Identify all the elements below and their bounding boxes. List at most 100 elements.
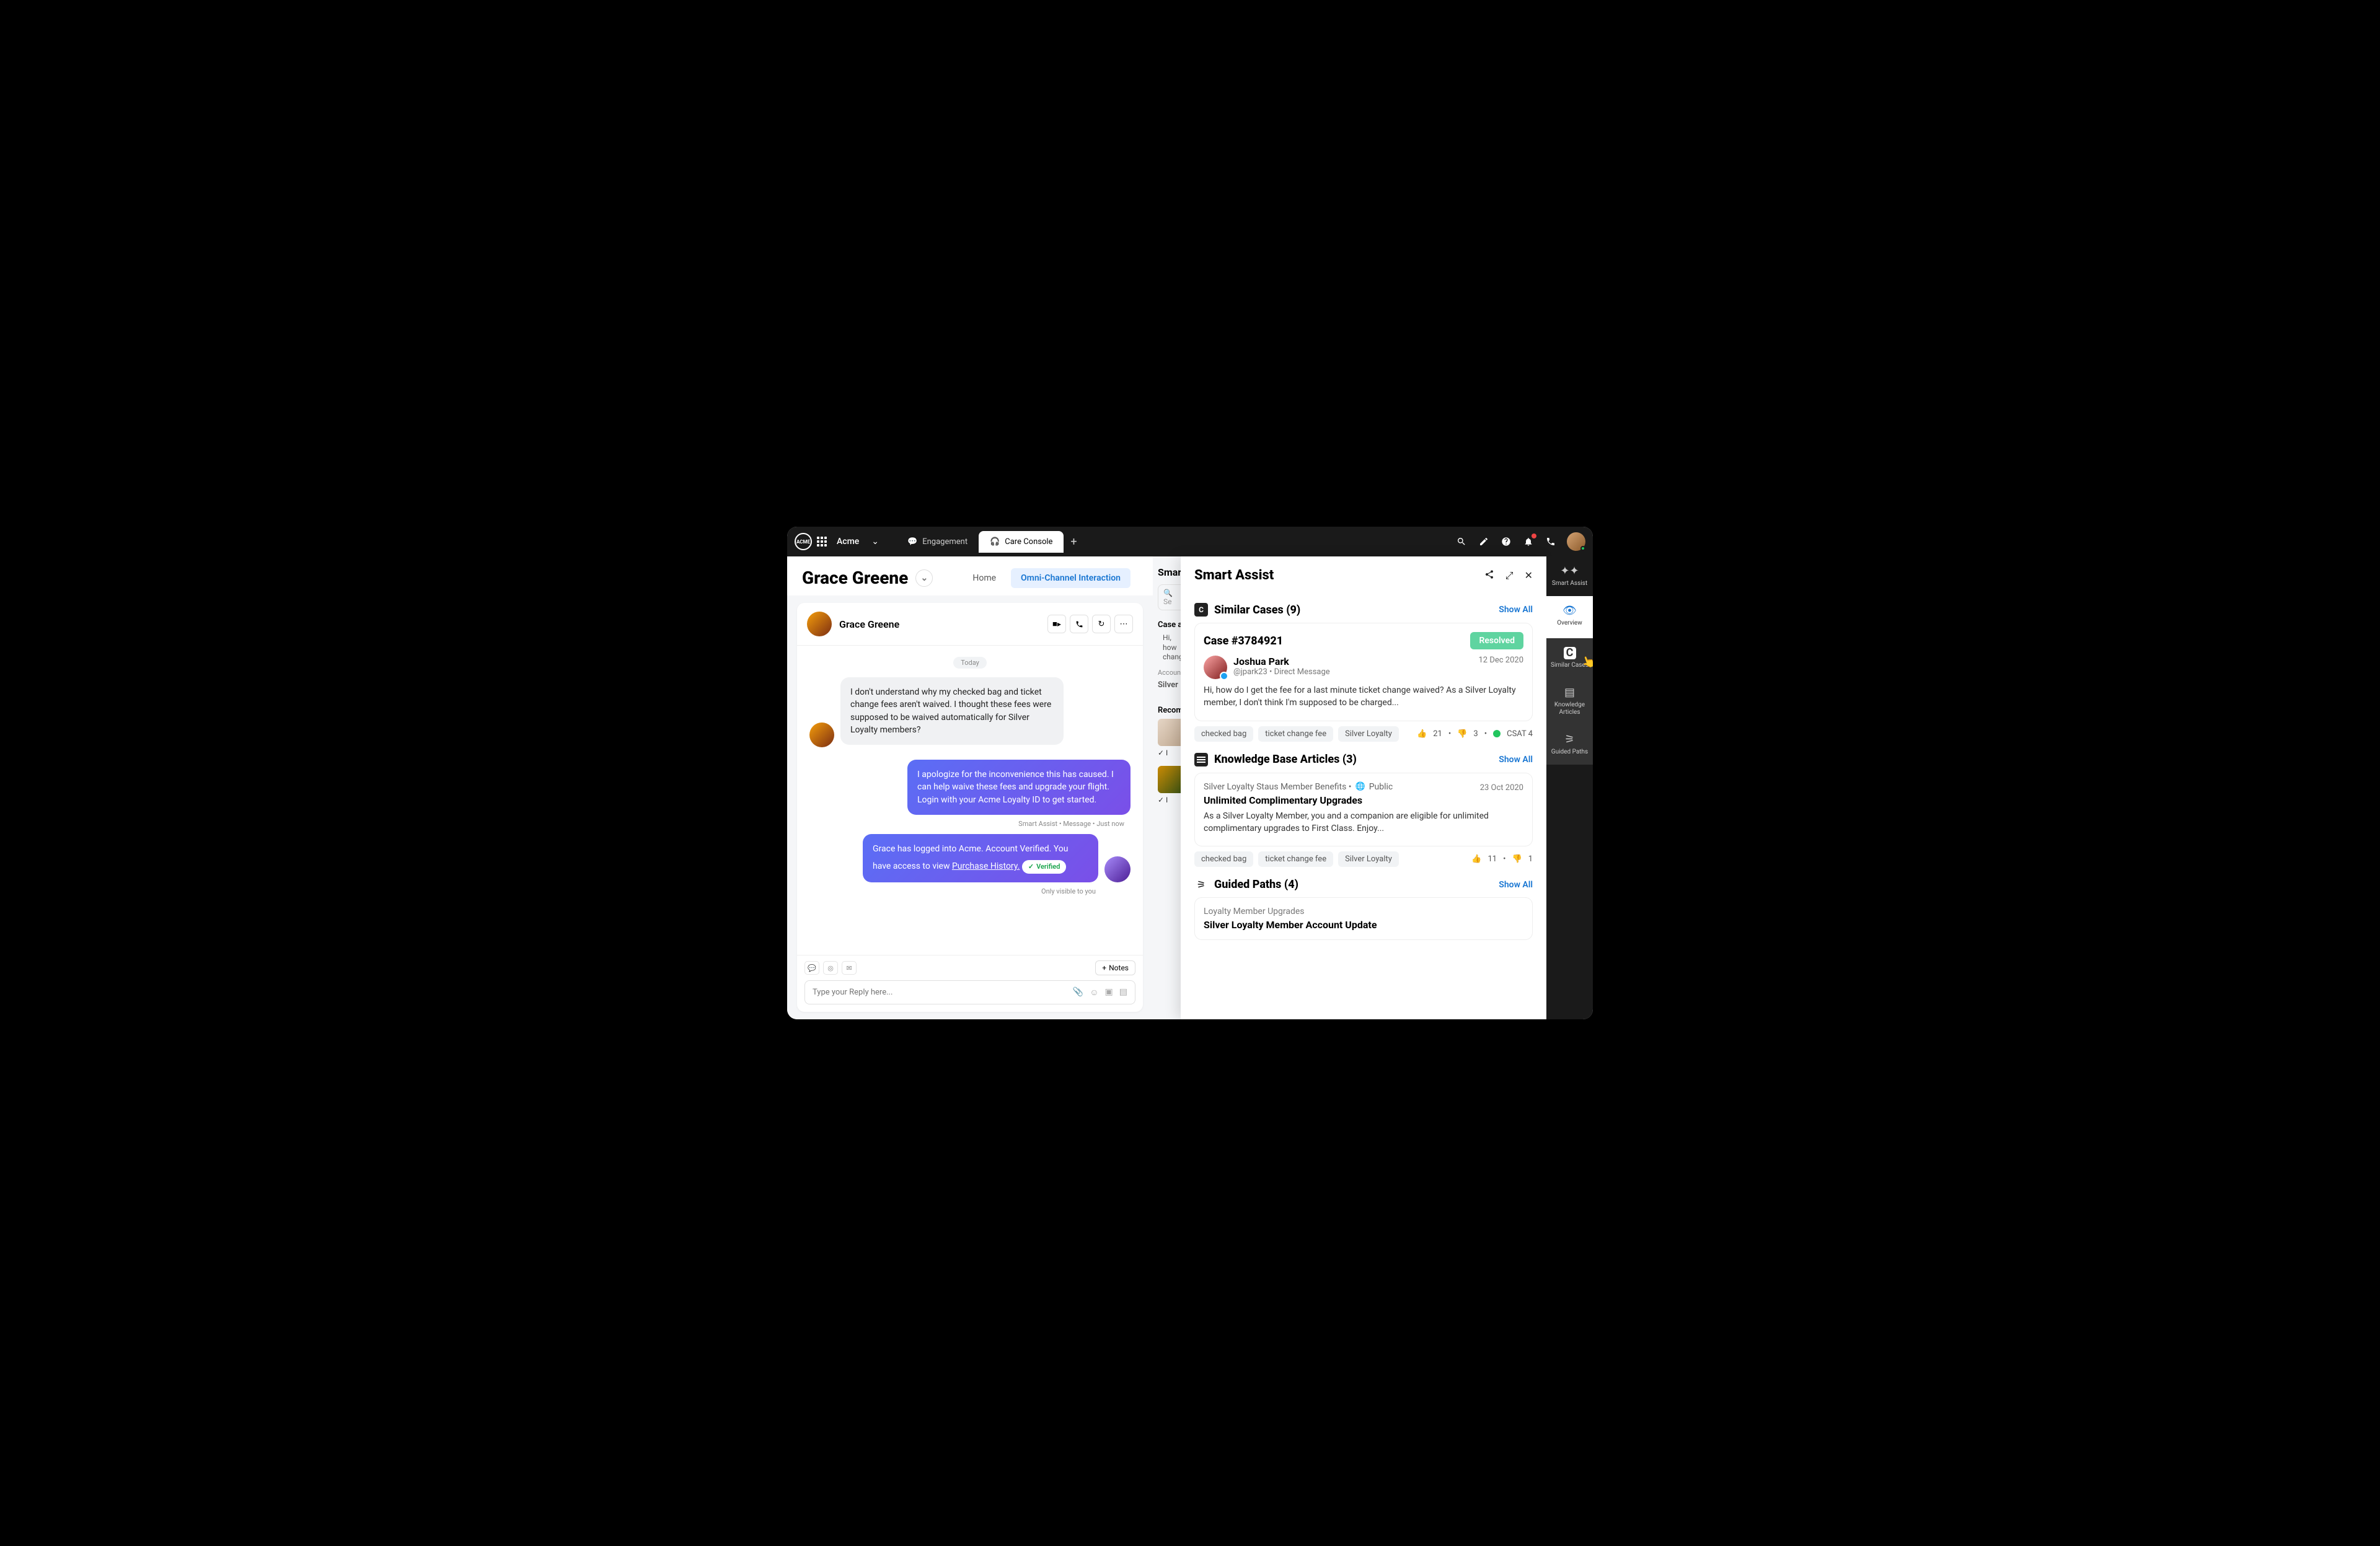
chat-actions: ■▶ ↻ ⋯	[1047, 615, 1133, 633]
cases-icon: C	[1194, 603, 1208, 617]
apps-grid-icon[interactable]	[817, 537, 827, 547]
kb-icon	[1194, 753, 1208, 766]
system-message-row: Grace has logged into Acme. Account Veri…	[809, 834, 1130, 882]
attach-icon[interactable]: 📎	[1073, 987, 1083, 998]
kb-top-row: Silver Loyalty Staus Member Benefits • 🌐…	[1204, 782, 1523, 794]
case-user-handle: @jpark23 • Direct Message	[1233, 667, 1472, 677]
search-icon[interactable]	[1455, 535, 1468, 548]
right-rail: ✦✦ Smart Assist 👁 Overview C Similar Cas…	[1546, 556, 1593, 1019]
edit-icon[interactable]	[1478, 535, 1490, 548]
rail-label: Overview	[1557, 620, 1582, 627]
chat-body[interactable]: Today I don't understand why my checked …	[797, 646, 1143, 955]
kb-tag[interactable]: checked bag	[1194, 851, 1253, 867]
template-icon[interactable]: ▤	[1119, 987, 1127, 998]
guided-path-card[interactable]: Loyalty Member Upgrades Silver Loyalty M…	[1194, 897, 1533, 940]
call-button[interactable]	[1070, 615, 1088, 633]
globe-icon: 🌐	[1355, 782, 1365, 791]
up-count: 21	[1433, 729, 1442, 739]
similar-case-card[interactable]: Case #3784921 Resolved Joshua Park @jpar…	[1194, 623, 1533, 721]
date-separator: Today	[953, 657, 987, 669]
customer-avatar[interactable]	[809, 722, 834, 747]
org-dropdown[interactable]: Acme ⌄	[832, 537, 884, 547]
kb-show-all-link[interactable]: Show All	[1499, 755, 1533, 765]
reply-tools: 📎 ☺ ▣ ▤	[1073, 987, 1127, 998]
tab-care-console[interactable]: 🎧 Care Console	[979, 531, 1064, 553]
rail-overview[interactable]: 👁 Overview	[1546, 596, 1593, 636]
chevron-down-icon: ⌄	[871, 537, 879, 547]
rail-guided-paths[interactable]: ⚞ Guided Paths	[1546, 725, 1593, 765]
rail-label: Guided Paths	[1551, 749, 1588, 756]
tab-engagement[interactable]: 💬 Engagement	[896, 531, 979, 553]
reply-input-wrapper: 📎 ☺ ▣ ▤	[804, 980, 1135, 1004]
thumbs-up-icon[interactable]: 👍	[1417, 729, 1427, 739]
notes-button[interactable]: + Notes	[1095, 960, 1135, 975]
kb-tag[interactable]: ticket change fee	[1258, 851, 1333, 867]
thumbs-down-icon[interactable]: 👎	[1512, 854, 1522, 864]
kb-article-card[interactable]: Silver Loyalty Staus Member Benefits • 🌐…	[1194, 773, 1533, 847]
image-icon[interactable]: ▣	[1105, 987, 1113, 998]
kb-tag[interactable]: Silver Loyalty	[1338, 851, 1399, 867]
emoji-icon[interactable]: ☺	[1090, 987, 1098, 998]
share-icon[interactable]	[1484, 569, 1494, 582]
rail-smart-assist[interactable]: ✦✦ Smart Assist	[1546, 556, 1593, 596]
video-button[interactable]: ■▶	[1047, 615, 1066, 633]
expand-contact-button[interactable]: ⌄	[915, 569, 933, 587]
case-tag[interactable]: checked bag	[1194, 726, 1253, 742]
case-user-avatar[interactable]	[1204, 656, 1227, 679]
guided-show-all-link[interactable]: Show All	[1499, 880, 1533, 890]
case-tags-row: checked bag ticket change fee Silver Loy…	[1194, 726, 1533, 742]
sparkle-icon: ✦✦	[1560, 565, 1579, 578]
subtab-home[interactable]: Home	[963, 568, 1006, 588]
email-mode-icon[interactable]: ✉	[842, 961, 857, 975]
case-tag[interactable]: Silver Loyalty	[1338, 726, 1399, 742]
contact-title: Grace Greene	[802, 568, 908, 588]
message-meta: Smart Assist • Message • Just now	[809, 820, 1124, 828]
refresh-button[interactable]: ↻	[1092, 615, 1111, 633]
help-icon[interactable]	[1500, 535, 1512, 548]
visibility-meta: Only visible to you	[809, 887, 1096, 895]
topbar-actions	[1455, 532, 1585, 551]
down-count: 3	[1473, 729, 1478, 739]
message-row-agent: I apologize for the inconvenience this h…	[809, 760, 1130, 815]
more-button[interactable]: ⋯	[1114, 615, 1133, 633]
kb-date: 23 Oct 2020	[1480, 783, 1523, 793]
rail-knowledge[interactable]: ▤ Knowledge Articles	[1546, 678, 1593, 725]
case-top-row: Case #3784921 Resolved	[1204, 632, 1523, 649]
headset-icon: 🎧	[990, 537, 1000, 547]
user-avatar[interactable]	[1567, 532, 1585, 551]
top-bar: ACME Acme ⌄ 💬 Engagement 🎧 Care Console …	[787, 527, 1593, 556]
path-rail-icon: ⚞	[1564, 734, 1574, 746]
guided-path-icon: ⚞	[1194, 879, 1208, 890]
case-id: Case #3784921	[1204, 635, 1283, 648]
case-tag[interactable]: ticket change fee	[1258, 726, 1333, 742]
reply-input[interactable]	[813, 988, 1073, 997]
contact-subtabs: Home Omni-Channel Interaction	[963, 568, 1138, 588]
brand-logo[interactable]: ACME	[795, 533, 812, 550]
notes-label: Notes	[1109, 964, 1129, 972]
purchase-history-link[interactable]: Purchase History.	[952, 861, 1020, 871]
agent-avatar[interactable]	[1104, 856, 1130, 882]
add-tab-button[interactable]: +	[1064, 531, 1083, 553]
smart-assist-panel: Smart Assist ⤢ ✕ C Similar Cases (9) Sho…	[1181, 556, 1546, 1019]
thumbs-up-icon[interactable]: 👍	[1471, 854, 1481, 864]
contact-avatar[interactable]	[807, 612, 832, 636]
agent-message-bubble: I apologize for the inconvenience this h…	[907, 760, 1130, 815]
phone-icon[interactable]	[1545, 535, 1557, 548]
subtab-omni[interactable]: Omni-Channel Interaction	[1011, 568, 1130, 588]
panel-body[interactable]: C Similar Cases (9) Show All Case #37849…	[1181, 589, 1546, 1019]
audio-mode-icon[interactable]: ◎	[823, 961, 838, 975]
chat-mode-icon[interactable]: 💬	[804, 961, 819, 975]
customer-message-bubble: I don't understand why my checked bag an…	[840, 677, 1064, 745]
similar-cases-header: C Similar Cases (9) Show All	[1194, 603, 1533, 617]
thumbs-down-icon[interactable]: 👎	[1457, 729, 1467, 739]
case-date: 12 Dec 2020	[1478, 656, 1523, 679]
rail-similar-cases[interactable]: C Similar Cases 👆	[1546, 638, 1593, 678]
page-title: Grace Greene ⌄	[802, 568, 933, 588]
guided-title: Guided Paths (4)	[1214, 878, 1298, 891]
eye-icon: 👁	[1562, 605, 1577, 617]
kb-tags-row: checked bag ticket change fee Silver Loy…	[1194, 851, 1533, 867]
close-icon[interactable]: ✕	[1525, 569, 1533, 582]
similar-show-all-link[interactable]: Show All	[1499, 605, 1533, 615]
expand-icon[interactable]: ⤢	[1505, 569, 1514, 582]
notifications-icon[interactable]	[1522, 535, 1535, 548]
